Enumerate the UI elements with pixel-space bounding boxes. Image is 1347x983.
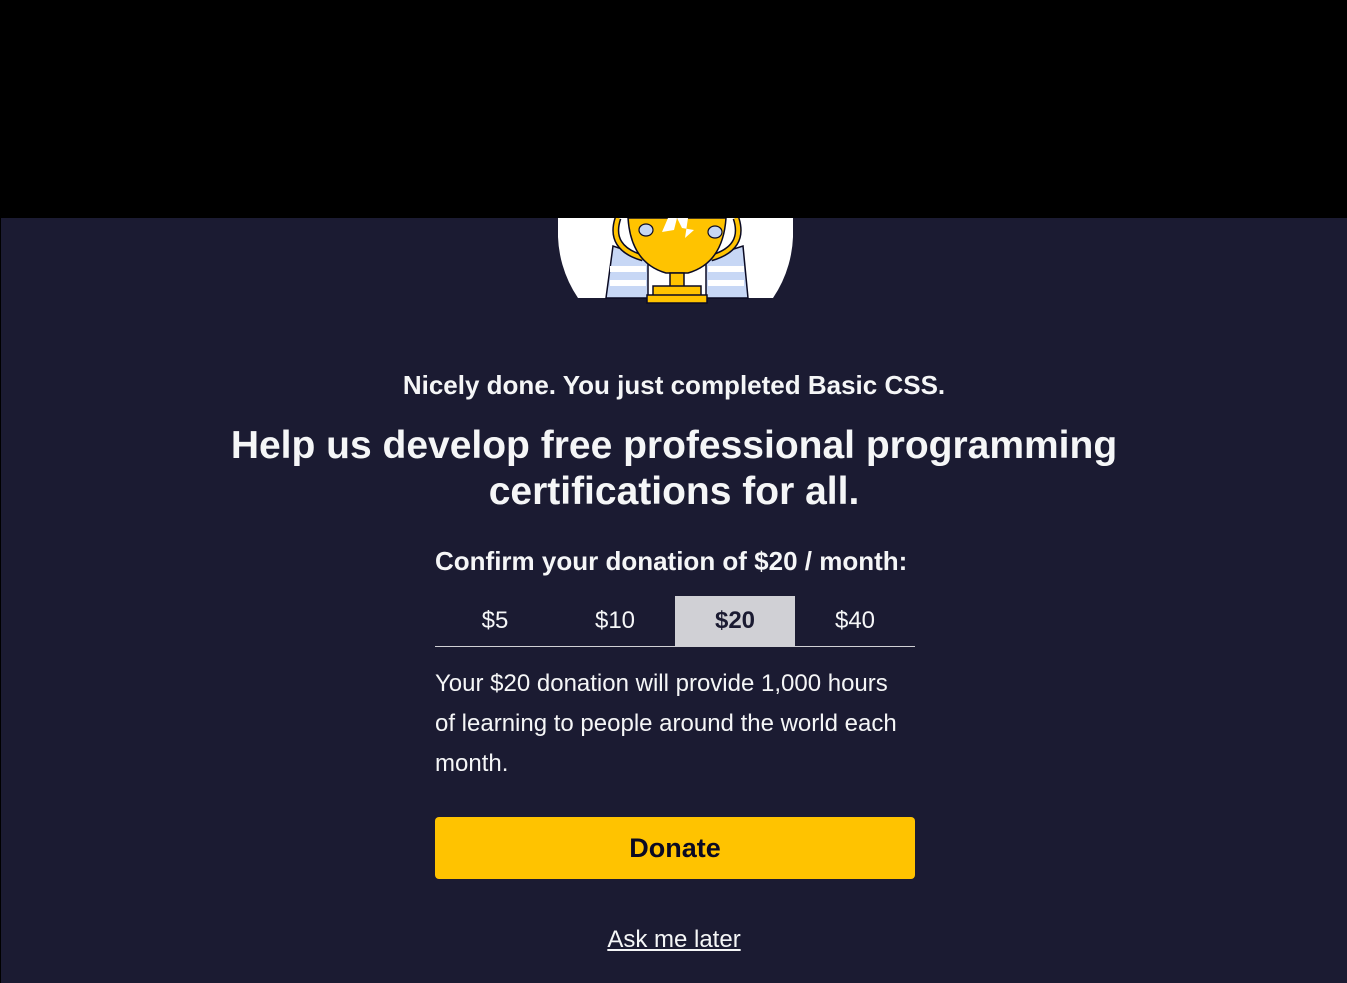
tab-5-dollars[interactable]: $5 — [435, 596, 555, 646]
tab-10-dollars[interactable]: $10 — [555, 596, 675, 646]
donation-headline: Help us develop free professional progra… — [230, 424, 1118, 513]
ask-later-container: Ask me later — [1, 926, 1347, 954]
confirm-donation-text: Confirm your donation of $20 / month: — [435, 546, 908, 576]
donation-amount-tabs: $5 $10 $20 $40 — [435, 596, 915, 647]
donation-description: Your $20 donation will provide 1,000 hou… — [435, 670, 897, 777]
completion-subtitle: Nicely done. You just completed Basic CS… — [402, 370, 946, 400]
tab-20-dollars[interactable]: $20 — [675, 596, 795, 646]
tab-40-dollars[interactable]: $40 — [795, 596, 915, 646]
ask-me-later-link[interactable]: Ask me later — [607, 926, 740, 953]
top-black-bar — [0, 0, 1347, 218]
donation-modal: Nicely done. You just completed Basic CS… — [1, 216, 1347, 983]
trophy-illustration-icon — [557, 216, 794, 308]
donate-button[interactable]: Donate — [435, 817, 915, 879]
